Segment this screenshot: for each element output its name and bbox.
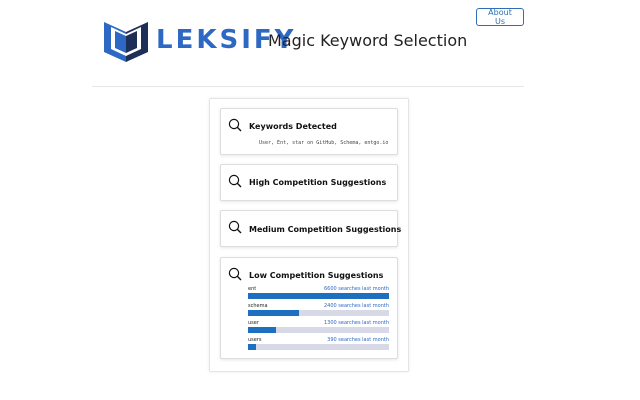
medium-competition-title: Medium Competition Suggestions	[249, 225, 402, 234]
search-icon	[228, 220, 242, 234]
keyword-search-count: 1300 searches last month	[323, 320, 389, 326]
about-us-button[interactable]: About Us	[476, 8, 524, 26]
keyword-name: ent	[248, 286, 257, 292]
book-logo-icon	[104, 22, 148, 62]
high-competition-card[interactable]: High Competition Suggestions	[220, 164, 398, 201]
low-competition-card[interactable]: Low Competition Suggestions ent 6600 sea…	[220, 257, 398, 359]
keyword-volume-bar	[248, 293, 389, 299]
keyword-search-count: 390 searches last month	[327, 337, 389, 343]
page: LEKSIFY Magic Keyword Selection About Us…	[0, 0, 640, 400]
keyword-volume-track	[248, 327, 389, 333]
keyword-row: user 1300 searches last month	[248, 320, 389, 336]
keyword-name: users	[248, 337, 262, 343]
keyword-name: schema	[248, 303, 268, 309]
search-icon	[228, 267, 242, 281]
keyword-search-count: 2400 searches last month	[323, 303, 389, 309]
low-competition-title: Low Competition Suggestions	[249, 271, 384, 280]
search-icon	[228, 118, 242, 132]
keywords-detected-list: User, Ent, star on GitHub, Schema, entgo…	[259, 140, 389, 146]
keyword-volume-track	[248, 344, 389, 350]
search-icon	[228, 174, 242, 188]
keyword-search-count: 6600 searches last month	[323, 286, 389, 292]
keyword-volume-bar	[248, 310, 300, 316]
keywords-detected-card[interactable]: Keywords Detected User, Ent, star on Git…	[220, 108, 398, 155]
results-panel: Keywords Detected User, Ent, star on Git…	[209, 98, 409, 372]
medium-competition-card[interactable]: Medium Competition Suggestions	[220, 210, 402, 247]
keyword-volume-track	[248, 293, 389, 299]
header-divider	[92, 86, 524, 87]
high-competition-title: High Competition Suggestions	[249, 178, 387, 187]
keyword-row: users 390 searches last month	[248, 337, 389, 353]
page-tagline: Magic Keyword Selection	[268, 31, 468, 50]
keywords-detected-title: Keywords Detected	[249, 122, 337, 131]
keyword-name: user	[248, 320, 259, 326]
header: LEKSIFY Magic Keyword Selection About Us	[0, 0, 640, 86]
keyword-volume-bar	[248, 327, 276, 333]
keyword-row: schema 2400 searches last month	[248, 303, 389, 319]
keyword-volume-bar	[248, 344, 257, 350]
keyword-row: ent 6600 searches last month	[248, 286, 389, 302]
keyword-volume-track	[248, 310, 389, 316]
